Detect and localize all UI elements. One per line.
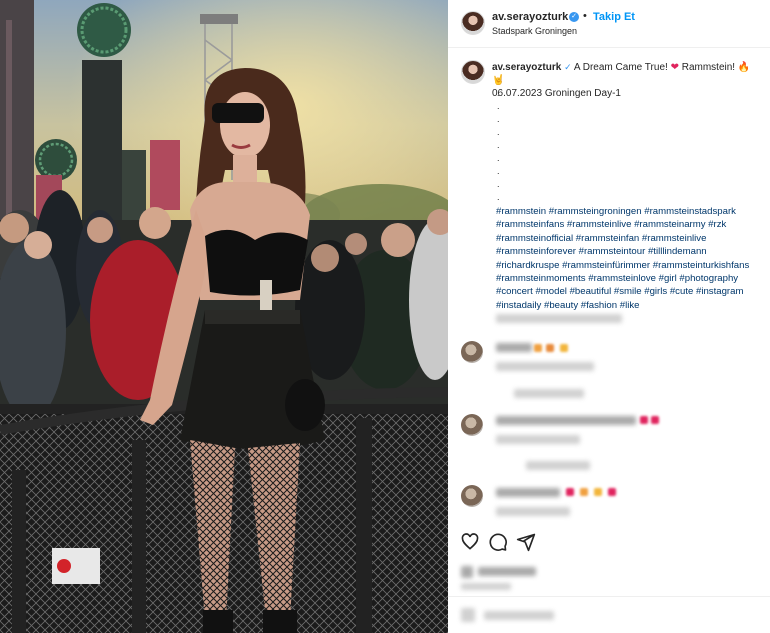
concert-photo-illustration	[0, 0, 448, 633]
comment-avatar[interactable]	[461, 414, 483, 436]
comment-username-blurred[interactable]	[496, 343, 532, 352]
caption-dot: .	[497, 166, 500, 176]
comment-meta-blurred	[496, 507, 570, 516]
emoji-icon	[640, 416, 648, 424]
share-icon[interactable]	[516, 532, 536, 552]
caption-dot: .	[497, 101, 500, 111]
hashtag-line[interactable]: #concert #model #beautiful #smile #girls…	[496, 285, 768, 298]
emoji-icon	[594, 488, 602, 496]
comment-meta-blurred	[496, 435, 580, 444]
username[interactable]: av.serayozturk	[492, 11, 568, 23]
emoji-picker-icon[interactable]	[461, 608, 475, 622]
hashtag-line[interactable]: #richardkruspe #rammsteinfürimmer #ramms…	[496, 259, 768, 272]
add-comment-input-blurred[interactable]	[484, 611, 554, 620]
caption-text: av.serayozturk ✓ A Dream Came True! ❤ Ra…	[492, 61, 762, 100]
heart-emoji-icon: ❤	[670, 62, 679, 73]
caption-title: A Dream Came True!	[573, 62, 668, 73]
hashtag-line[interactable]: #rammsteinofficial #rammsteinfan #rammst…	[496, 232, 768, 245]
comment-icon[interactable]	[488, 532, 508, 552]
hashtag-line[interactable]: #rammsteinforever #rammsteintour #tillli…	[496, 245, 768, 258]
view-replies-blurred[interactable]	[514, 389, 584, 398]
post-photo[interactable]	[0, 0, 448, 633]
caption-dot: .	[497, 127, 500, 137]
comment-text-blurred	[496, 416, 636, 425]
heart-icon[interactable]	[460, 532, 480, 552]
fire-emoji-icon: 🔥	[737, 62, 751, 73]
caption-dot: .	[497, 88, 500, 98]
caption-date-line: 06.07.2023 Groningen Day-1	[492, 88, 621, 99]
caption-avatar[interactable]	[461, 60, 485, 84]
caption-meta-blurred	[496, 314, 622, 323]
divider	[448, 596, 770, 597]
rock-hand-emoji-icon: 🤘	[492, 75, 505, 86]
caption-dot: .	[497, 114, 500, 124]
emoji-icon	[560, 344, 568, 352]
follow-button[interactable]: Takip Et	[593, 11, 635, 23]
caption-dot: .	[497, 192, 500, 202]
post-header: av.serayozturk ✓ • Takip Et Stadspark Gr…	[448, 0, 770, 48]
post-date-blurred	[461, 583, 511, 590]
emoji-icon	[608, 488, 616, 496]
hashtag-block: #rammstein #rammsteingroningen #rammstei…	[496, 205, 768, 312]
view-replies-blurred[interactable]	[526, 461, 590, 470]
comment-avatar[interactable]	[461, 341, 483, 363]
caption-verified-icon: ✓	[564, 62, 572, 72]
location-link[interactable]: Stadspark Groningen	[492, 26, 577, 36]
hashtag-line[interactable]: #instadaily #beauty #fashion #like	[496, 299, 768, 312]
emoji-icon	[546, 344, 554, 352]
caption-dot: .	[497, 179, 500, 189]
emoji-icon	[580, 488, 588, 496]
emoji-icon	[651, 416, 659, 424]
likes-count-blurred[interactable]	[478, 567, 536, 576]
emoji-icon	[566, 488, 574, 496]
hashtag-line[interactable]: #rammsteinmoments #rammsteinlove #girl #…	[496, 272, 768, 285]
emoji-icon	[534, 344, 542, 352]
caption-dot: .	[497, 140, 500, 150]
comment-avatar[interactable]	[461, 485, 483, 507]
verified-badge-icon: ✓	[569, 12, 579, 22]
hashtag-line[interactable]: #rammstein #rammsteingroningen #rammstei…	[496, 205, 768, 218]
caption-dot: .	[497, 153, 500, 163]
user-avatar[interactable]	[461, 11, 485, 35]
dot-separator: •	[583, 10, 587, 22]
comment-meta-blurred	[496, 362, 594, 371]
caption-band: Rammstein!	[681, 62, 736, 73]
caption-username[interactable]: av.serayozturk	[492, 62, 561, 73]
liker-avatar-blurred[interactable]	[461, 566, 473, 578]
hashtag-line[interactable]: #rammsteinfans #rammsteinlive #rammstein…	[496, 218, 768, 231]
comment-text-blurred	[496, 488, 560, 497]
